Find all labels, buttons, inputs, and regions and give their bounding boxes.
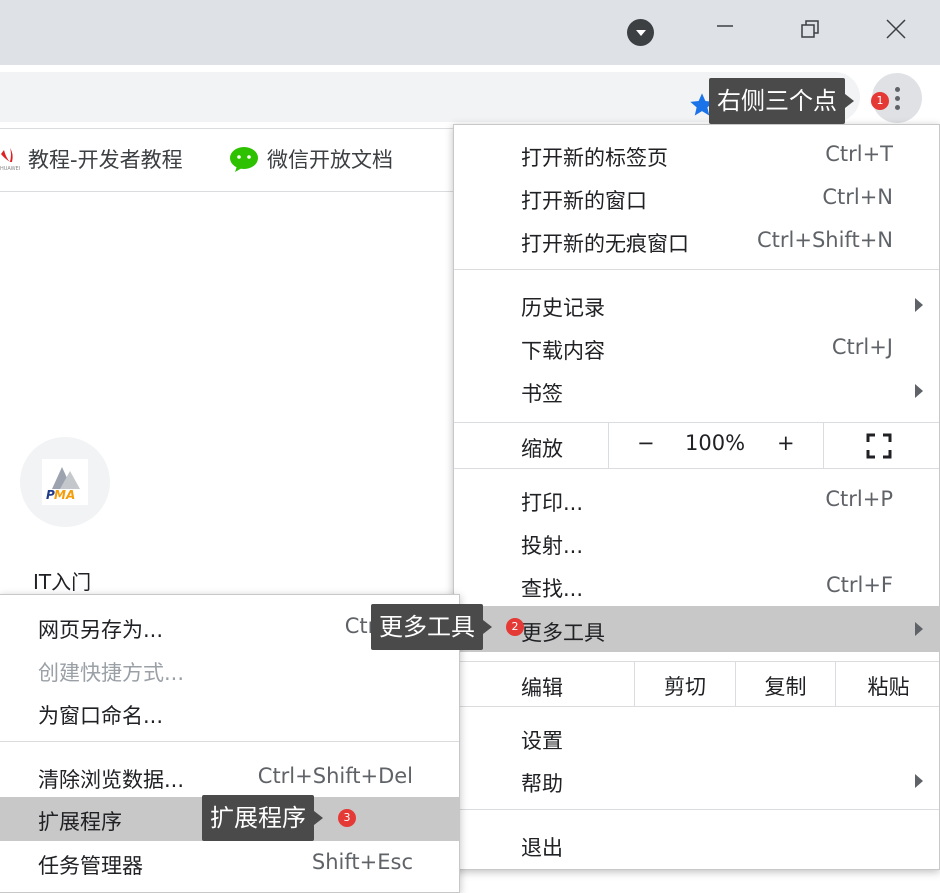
menu-separator: [0, 741, 459, 742]
zoom-out-button[interactable]: −: [637, 431, 655, 455]
step-badge: 2: [506, 618, 524, 636]
submenu-item-name-window[interactable]: 为窗口命名...: [0, 691, 459, 734]
bookmark-label: 教程-开发者教程: [28, 148, 183, 172]
step-badge: 1: [871, 92, 889, 110]
zoom-row: 缩放 − 100% +: [454, 422, 939, 469]
pma-logo-icon: P MA: [42, 459, 88, 505]
submenu-item-task-manager[interactable]: 任务管理器 Shift+Esc: [0, 841, 459, 884]
callout-extensions: 扩展程序: [202, 795, 323, 841]
minimize-button[interactable]: [695, 0, 755, 58]
menu-item-cast[interactable]: 投射...: [454, 521, 939, 564]
restore-button[interactable]: [780, 0, 840, 58]
zoom-level: 100%: [685, 431, 746, 455]
shortcut-tile[interactable]: P MA: [20, 437, 110, 527]
copy-button[interactable]: 复制: [735, 661, 835, 707]
cut-button[interactable]: 剪切: [634, 661, 735, 707]
minimize-icon: [717, 25, 733, 27]
bookmark-label: 微信开放文档: [267, 148, 393, 172]
menu-item-find[interactable]: 查找... Ctrl+F: [454, 564, 939, 607]
menu-item-help[interactable]: 帮助: [454, 759, 939, 802]
menu-item-new-window[interactable]: 打开新的窗口 Ctrl+N: [454, 176, 939, 219]
fullscreen-icon[interactable]: [866, 433, 892, 459]
svg-text:HUAWEI: HUAWEI: [0, 166, 20, 172]
submenu-item-create-shortcut: 创建快捷方式...: [38, 661, 185, 685]
zoom-controls: − 100% +: [608, 422, 824, 469]
bookmark-item-tutorial[interactable]: HUAWEI 教程-开发者教程: [0, 144, 183, 174]
menu-item-bookmarks[interactable]: 书签: [454, 369, 939, 412]
menu-item-settings[interactable]: 设置: [454, 716, 939, 759]
svg-text:MA: MA: [54, 488, 75, 502]
shortcut-label: IT入门: [33, 570, 92, 594]
wechat-icon: [230, 147, 258, 172]
menu-separator: [454, 269, 939, 270]
submenu-item-clear-data[interactable]: 清除浏览数据... Ctrl+Shift+Del: [0, 755, 459, 798]
chrome-main-menu: 打开新的标签页 Ctrl+T 打开新的窗口 Ctrl+N 打开新的无痕窗口 Ct…: [453, 124, 940, 870]
step-badge: 3: [338, 809, 356, 827]
tab-search-icon[interactable]: [627, 19, 654, 46]
menu-item-exit[interactable]: 退出: [454, 823, 939, 866]
chevron-right-icon: [915, 622, 923, 636]
menu-separator: [454, 809, 939, 810]
zoom-in-button[interactable]: +: [777, 431, 795, 455]
close-icon: [886, 19, 906, 39]
paste-button[interactable]: 粘贴: [835, 661, 940, 707]
restore-icon: [801, 20, 819, 38]
menu-item-downloads[interactable]: 下载内容 Ctrl+J: [454, 326, 939, 369]
edit-row: 编辑 剪切 复制 粘贴: [454, 661, 939, 707]
callout-three-dots: 右侧三个点: [709, 78, 854, 124]
menu-item-more-tools[interactable]: 更多工具: [454, 606, 939, 652]
menu-item-new-tab[interactable]: 打开新的标签页 Ctrl+T: [454, 133, 939, 176]
bookmark-item-wechat[interactable]: 微信开放文档: [229, 144, 393, 174]
chevron-right-icon: [915, 384, 923, 398]
huawei-icon: HUAWEI: [0, 148, 20, 172]
menu-item-history[interactable]: 历史记录: [454, 283, 939, 326]
menu-item-incognito-window[interactable]: 打开新的无痕窗口 Ctrl+Shift+N: [454, 219, 939, 262]
callout-more-tools: 更多工具: [371, 604, 492, 650]
menu-item-print[interactable]: 打印... Ctrl+P: [454, 478, 939, 521]
chevron-right-icon: [915, 774, 923, 788]
window-titlebar: [0, 0, 940, 65]
close-button[interactable]: [866, 0, 926, 58]
chevron-right-icon: [915, 298, 923, 312]
